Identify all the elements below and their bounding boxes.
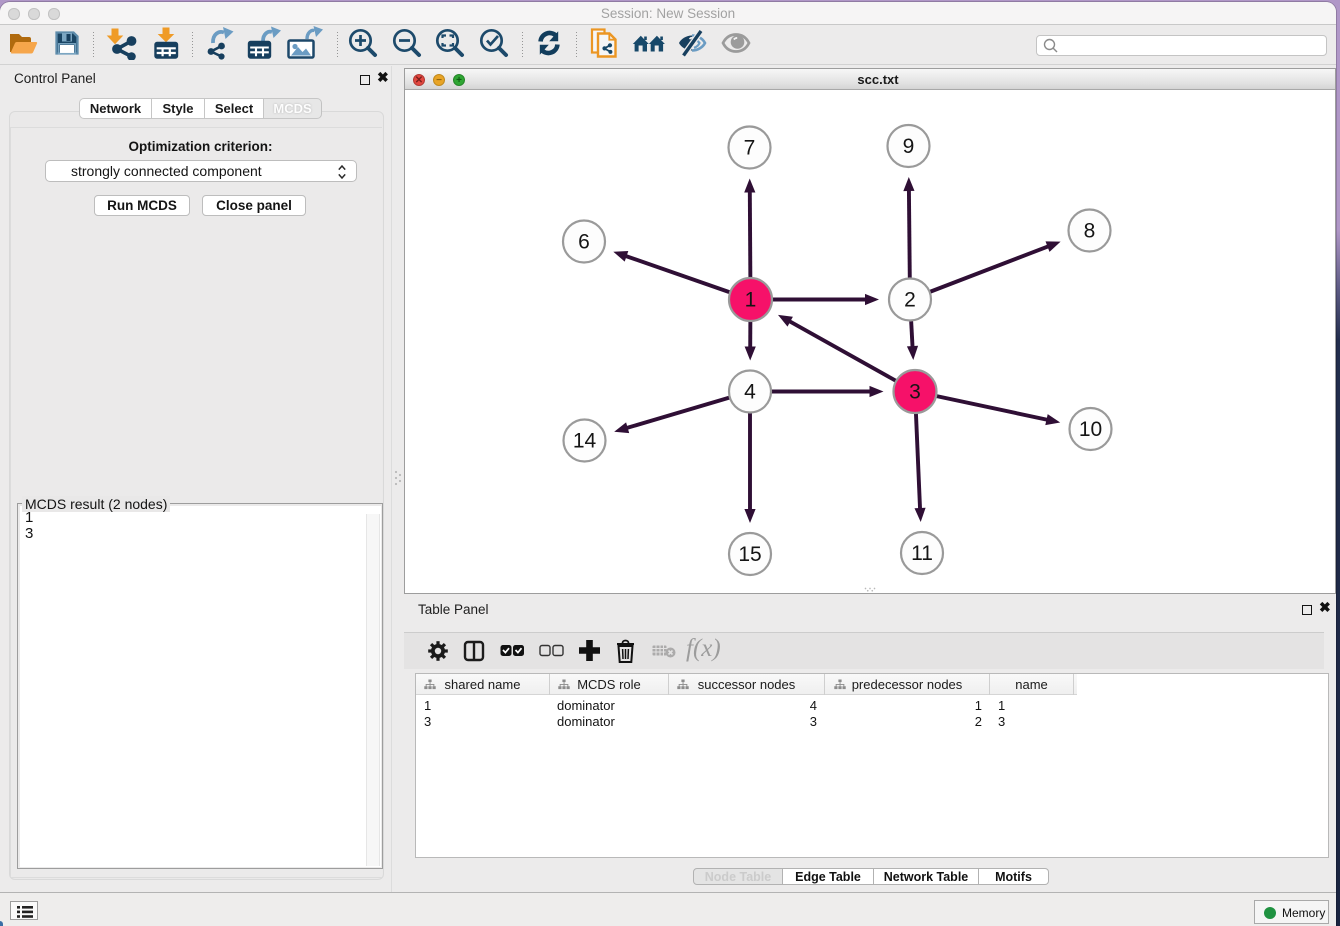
svg-text:4: 4 [744, 381, 756, 404]
svg-text:1: 1 [745, 289, 757, 312]
svg-text:14: 14 [573, 430, 597, 453]
svg-text:9: 9 [903, 135, 915, 158]
svg-text:8: 8 [1084, 220, 1096, 243]
svg-text:2: 2 [904, 289, 916, 312]
svg-text:7: 7 [744, 137, 756, 160]
svg-text:11: 11 [911, 542, 933, 565]
svg-text:10: 10 [1079, 418, 1102, 441]
svg-text:6: 6 [578, 231, 590, 254]
svg-text:3: 3 [909, 381, 921, 404]
svg-text:15: 15 [738, 543, 761, 566]
